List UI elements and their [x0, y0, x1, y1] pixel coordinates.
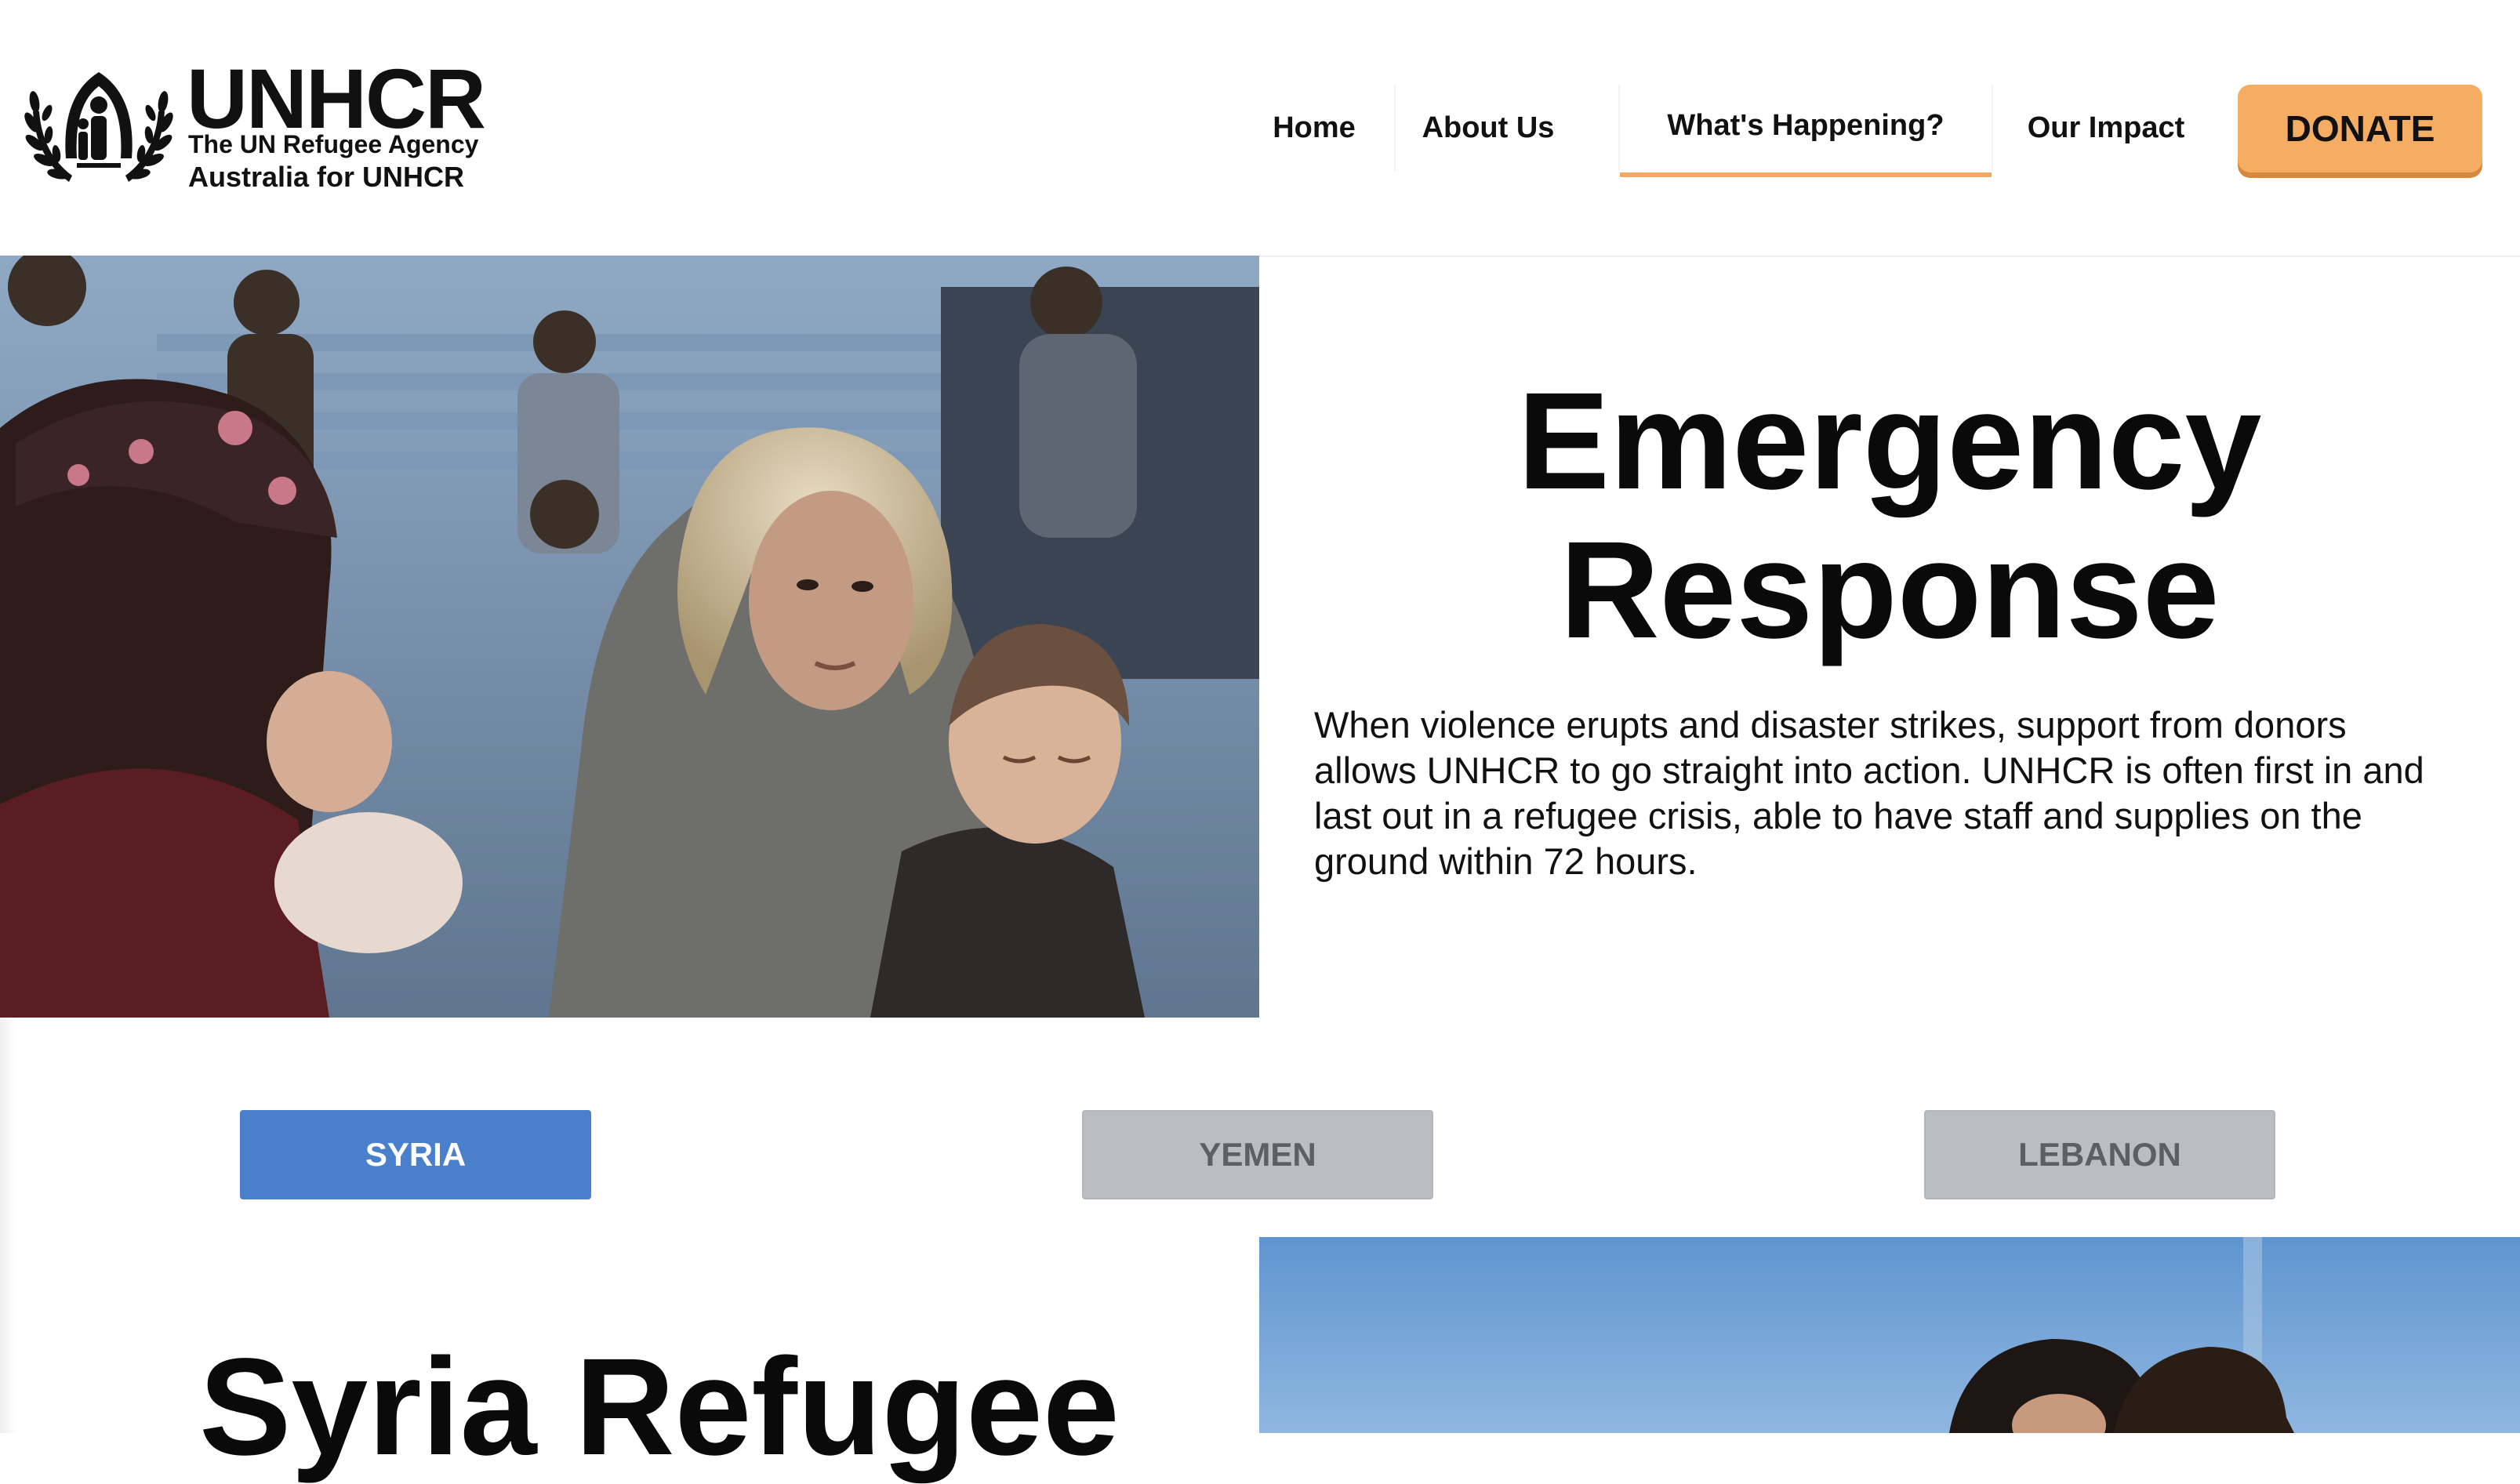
nav-about-us[interactable]: About Us [1396, 78, 1581, 177]
nav-home[interactable]: Home [1236, 78, 1393, 177]
nav-whats-happening[interactable]: What's Happening? [1620, 78, 1992, 177]
hero-title: Emergency Response [1286, 367, 2493, 665]
syria-photo-illustration [1259, 1237, 2520, 1433]
hero-title-line-1: Emergency [1517, 365, 2262, 518]
logo-wordmark: UNHCR [187, 51, 486, 146]
hero-title-line-2: Response [1560, 513, 2220, 667]
site-header: UNHCR The UN Refugee Agency Australia fo… [0, 0, 2520, 257]
hero-photo-illustration [0, 256, 1259, 1018]
nav-divider [1992, 85, 1993, 171]
nav-our-impact[interactable]: Our Impact [2012, 78, 2200, 177]
logo-subtitle: Australia for UNHCR [188, 161, 465, 193]
logo-tagline: The UN Refugee Agency [188, 130, 479, 158]
unhcr-logo[interactable]: UNHCR The UN Refugee Agency Australia fo… [22, 56, 486, 193]
hero-description: When violence erupts and disaster strike… [1314, 704, 2424, 882]
unhcr-emblem-icon [24, 72, 173, 182]
tab-lebanon[interactable]: LEBANON [1924, 1110, 2275, 1199]
tab-yemen[interactable]: YEMEN [1082, 1110, 1433, 1199]
hero-photo [0, 256, 1259, 1018]
syria-refugee-photo [1259, 1237, 2520, 1433]
section-title: Syria Refugee [199, 1330, 1120, 1484]
tab-syria[interactable]: SYRIA [240, 1110, 591, 1199]
donate-button[interactable]: DONATE [2238, 85, 2482, 172]
